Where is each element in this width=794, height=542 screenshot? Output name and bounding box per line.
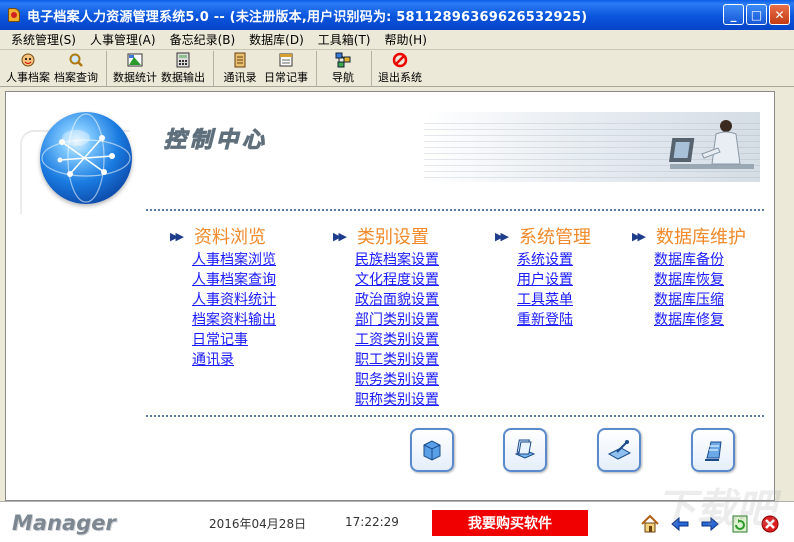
column-title-database: 数据库维护 [656, 227, 746, 248]
link-output[interactable]: 档案资料输出 [192, 310, 276, 330]
control-center-panel: 控制中心 ▶▶ 资料浏览 人事档案浏览 人事档案查询 人事资料统计 档案资料输出 … [5, 91, 775, 501]
link-ethnicity-settings[interactable]: 民族档案设置 [355, 250, 439, 270]
record-query-label: 档案查询 [54, 71, 98, 84]
calculator-icon [175, 52, 191, 68]
notebook-button[interactable] [691, 428, 735, 472]
vertical-scrollbar[interactable] [777, 91, 794, 501]
daily-notes-button[interactable]: 日常记事 [262, 51, 310, 86]
minimize-button[interactable]: _ [723, 4, 744, 25]
data-output-button[interactable]: 数据输出 [159, 51, 207, 86]
arrow-icon: ▶▶ [333, 229, 347, 243]
divider-bottom [146, 415, 764, 417]
column-database: ▶▶ 数据库维护 数据库备份 数据库恢复 数据库压缩 数据库修复 [632, 224, 746, 330]
status-time: 17:22:29 [345, 515, 399, 529]
navigation-icon [335, 52, 351, 68]
link-db-compress[interactable]: 数据库压缩 [654, 290, 746, 310]
data-output-label: 数据输出 [161, 71, 205, 84]
link-relogin[interactable]: 重新登陆 [517, 310, 591, 330]
link-salary-settings[interactable]: 工资类别设置 [355, 330, 439, 350]
address-book-label: 通讯录 [223, 71, 257, 84]
maximize-button[interactable]: □ [746, 4, 767, 25]
menu-bar: 系统管理(S) 人事管理(A) 备忘纪录(B) 数据库(D) 工具箱(T) 帮助… [0, 30, 794, 50]
edit-tool-icon [607, 440, 632, 460]
arrow-icon: ▶▶ [170, 229, 184, 243]
exit-system-button[interactable]: 退出系统 [376, 51, 424, 86]
toolbar-group-notes: 通讯录 日常记事 [214, 51, 317, 86]
navigation-label: 导航 [332, 71, 354, 84]
column-categories: ▶▶ 类别设置 民族档案设置 文化程度设置 政治面貌设置 部门类别设置 工资类别设… [333, 224, 439, 410]
record-query-button[interactable]: 档案查询 [52, 51, 100, 86]
control-center-title: 控制中心 [163, 128, 269, 154]
link-tool-menu[interactable]: 工具菜单 [517, 290, 591, 310]
link-db-restore[interactable]: 数据库恢复 [654, 270, 746, 290]
link-browse-records[interactable]: 人事档案浏览 [192, 250, 276, 270]
navigation-button[interactable]: 导航 [321, 51, 365, 86]
document-stack-button[interactable] [503, 428, 547, 472]
column-system: ▶▶ 系统管理 系统设置 用户设置 工具菜单 重新登陆 [495, 224, 591, 330]
chart-icon [127, 52, 143, 68]
menu-help[interactable]: 帮助(H) [377, 31, 433, 48]
edit-tool-button[interactable] [597, 428, 641, 472]
link-political-settings[interactable]: 政治面貌设置 [355, 290, 439, 310]
link-title-settings[interactable]: 职称类别设置 [355, 390, 439, 410]
face-icon [20, 52, 36, 68]
arrow-icon: ▶▶ [495, 229, 509, 243]
column-browse: ▶▶ 资料浏览 人事档案浏览 人事档案查询 人事资料统计 档案资料输出 日常记事 … [170, 224, 276, 370]
magnifier-icon [68, 52, 84, 68]
link-query-records[interactable]: 人事档案查询 [192, 270, 276, 290]
window-controls: _ □ ✕ [723, 4, 790, 25]
link-staff-type-settings[interactable]: 职工类别设置 [355, 350, 439, 370]
link-user-settings[interactable]: 用户设置 [517, 270, 591, 290]
column-title-categories: 类别设置 [357, 227, 429, 248]
exit-icon [392, 52, 408, 68]
data-statistics-label: 数据统计 [113, 71, 157, 84]
office-worker-icon [668, 120, 754, 169]
address-book-icon [232, 52, 248, 68]
link-db-repair[interactable]: 数据库修复 [654, 310, 746, 330]
toolbar-group-data: 数据统计 数据输出 [107, 51, 214, 86]
link-daily-notes[interactable]: 日常记事 [192, 330, 276, 350]
link-education-settings[interactable]: 文化程度设置 [355, 270, 439, 290]
menu-database[interactable]: 数据库(D) [242, 31, 311, 48]
column-title-browse: 资料浏览 [194, 227, 266, 248]
toolbar-group-exit: 退出系统 [372, 51, 430, 86]
cube-icon [423, 440, 441, 461]
column-title-system: 系统管理 [519, 227, 591, 248]
personnel-records-label: 人事档案 [6, 71, 50, 84]
exit-system-label: 退出系统 [378, 71, 422, 84]
link-statistics[interactable]: 人事资料统计 [192, 290, 276, 310]
data-statistics-button[interactable]: 数据统计 [111, 51, 159, 86]
arrow-icon: ▶▶ [632, 229, 646, 243]
menu-memo[interactable]: 备忘纪录(B) [163, 31, 243, 48]
globe-icon [40, 112, 132, 204]
divider-top [146, 209, 764, 211]
manager-logo: Manager [12, 511, 116, 535]
buy-software-button[interactable]: 我要购买软件 [432, 510, 588, 536]
menu-personnel[interactable]: 人事管理(A) [83, 31, 163, 48]
toolbar-group-nav: 导航 [317, 51, 372, 86]
status-date: 2016年04月28日 [209, 517, 307, 531]
address-book-button[interactable]: 通讯录 [218, 51, 262, 86]
notebook-icon [705, 441, 722, 461]
link-db-backup[interactable]: 数据库备份 [654, 250, 746, 270]
close-button[interactable]: ✕ [769, 4, 790, 25]
link-department-settings[interactable]: 部门类别设置 [355, 310, 439, 330]
link-system-settings[interactable]: 系统设置 [517, 250, 591, 270]
toolbar: 人事档案 档案查询 数据统计 数据输出 通讯录 日常记事 导航 退出系统 [0, 51, 794, 87]
daily-notes-label: 日常记事 [264, 71, 308, 84]
link-address-book[interactable]: 通讯录 [192, 350, 276, 370]
toolbar-group-records: 人事档案 档案查询 [0, 51, 107, 86]
menu-toolbox[interactable]: 工具箱(T) [311, 31, 378, 48]
window-title: 电子档案人力资源管理系统5.0 -- (未注册版本,用户识别码为: 581128… [27, 9, 588, 25]
watermark-text: 下载吧 [656, 486, 776, 532]
app-icon[interactable] [6, 7, 22, 23]
menu-system[interactable]: 系统管理(S) [4, 31, 83, 48]
quick-buttons [6, 428, 774, 478]
personnel-records-button[interactable]: 人事档案 [4, 51, 52, 86]
link-position-settings[interactable]: 职务类别设置 [355, 370, 439, 390]
cube-button[interactable] [410, 428, 454, 472]
document-stack-icon [514, 439, 536, 459]
title-bar: 电子档案人力资源管理系统5.0 -- (未注册版本,用户识别码为: 581128… [0, 0, 794, 30]
notepad-icon [278, 52, 294, 68]
